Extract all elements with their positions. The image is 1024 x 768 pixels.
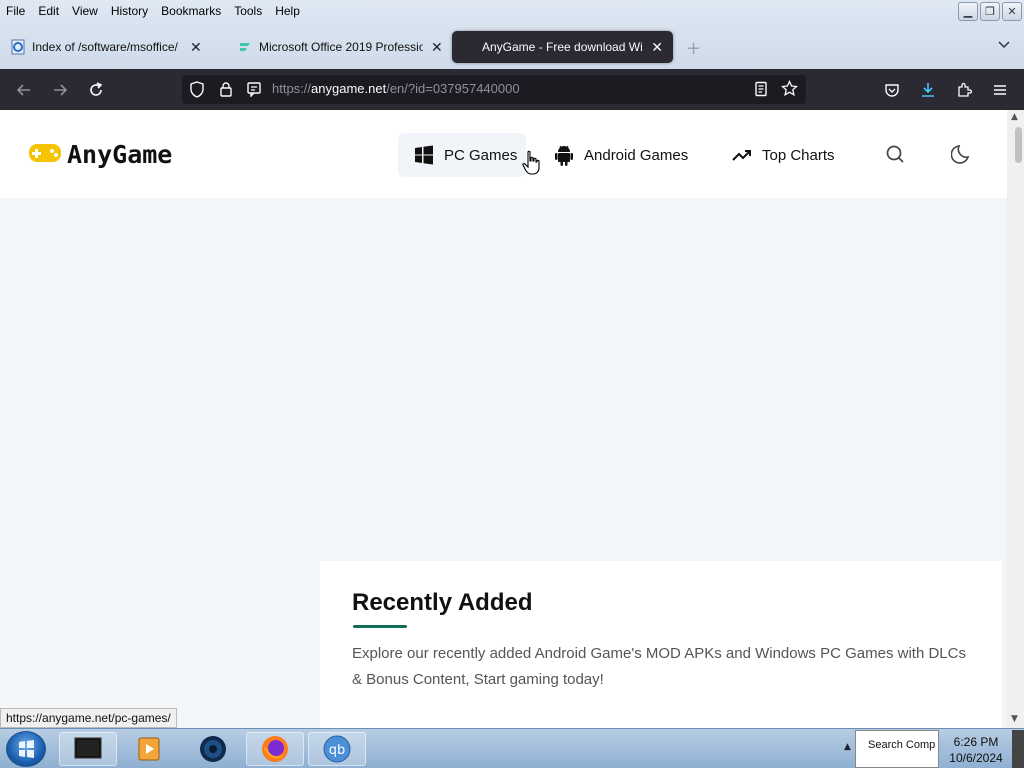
nav-pc-games[interactable]: PC Games (398, 133, 526, 177)
logo-text: AnyGame (67, 140, 173, 169)
scroll-up-icon[interactable]: ▲ (1011, 112, 1018, 122)
tab-title: AnyGame - Free download Win (482, 40, 644, 54)
clock-date: 10/6/2024 (949, 751, 1003, 765)
taskbar-terminal-icon[interactable] (59, 732, 117, 766)
new-tab-icon[interactable]: + (686, 38, 701, 59)
section-description: Explore our recently added Android Game'… (352, 645, 966, 688)
reader-view-icon[interactable] (753, 81, 769, 101)
menu-bookmarks[interactable]: Bookmarks (161, 4, 221, 18)
menu-bar: File Edit View History Bookmarks Tools H… (0, 0, 313, 22)
menu-history[interactable]: History (111, 4, 148, 18)
pocket-icon[interactable] (881, 79, 903, 101)
nav-top-charts[interactable]: Top Charts (732, 133, 835, 177)
window-controls: ▁ ❐ ✕ (958, 2, 1022, 21)
url-domain: anygame.net (311, 81, 387, 96)
close-window-button[interactable]: ✕ (1002, 2, 1022, 21)
tab-title: Microsoft Office 2019 Professio (259, 40, 423, 54)
lock-icon[interactable] (219, 81, 233, 101)
title-bar: File Edit View History Bookmarks Tools H… (0, 0, 1024, 69)
trending-up-icon (732, 147, 752, 163)
ie-page-icon (10, 39, 26, 55)
back-icon[interactable] (13, 79, 35, 101)
menu-view[interactable]: View (72, 4, 98, 18)
title-underline (353, 625, 407, 628)
vertical-scrollbar[interactable]: ▲ ▼ (1007, 110, 1024, 728)
taskbar-globe-app-icon[interactable] (184, 732, 242, 766)
system-tray: ▲ Search Comp 6:26 PM 10/6/2024 (840, 730, 1024, 768)
navigation-toolbar: https://anygame.net/en/?id=037957440000 (0, 69, 1024, 110)
hand-cursor-icon (522, 150, 542, 180)
taskbar-qbittorrent-icon[interactable]: qb (308, 732, 366, 766)
clock-time: 6:26 PM (953, 735, 999, 749)
downloads-icon[interactable] (917, 79, 939, 101)
nav-label: PC Games (444, 146, 518, 164)
restore-button[interactable]: ❐ (980, 2, 1000, 21)
close-tab-icon[interactable]: ✕ (431, 39, 443, 56)
taskbar-firefox-icon[interactable] (246, 732, 304, 766)
close-tab-icon[interactable]: ✕ (651, 39, 663, 56)
forward-icon[interactable] (49, 79, 71, 101)
tray-search-text: Search Comp (868, 739, 936, 751)
tab-strip: Index of /software/msoffice/ ✕ Microsoft… (0, 28, 1024, 66)
menu-file[interactable]: File (6, 4, 25, 18)
extensions-icon[interactable] (953, 79, 975, 101)
nav-label: Android Games (584, 146, 689, 164)
tray-search-box[interactable]: Search Comp (855, 730, 939, 768)
close-tab-icon[interactable]: ✕ (190, 39, 202, 56)
site-header: AnyGame PC Games Android Games Top Chart… (0, 110, 1007, 198)
nav-android-games[interactable]: Android Games (554, 133, 688, 177)
taskbar-clock[interactable]: 6:26 PM 10/6/2024 (940, 734, 1012, 766)
android-icon (554, 144, 574, 166)
tab-office-2019[interactable]: Microsoft Office 2019 Professio ✕ (227, 31, 453, 63)
browser-window: File Edit View History Bookmarks Tools H… (0, 0, 1024, 768)
menu-help[interactable]: Help (275, 4, 300, 18)
address-bar[interactable]: https://anygame.net/en/?id=037957440000 (182, 75, 806, 104)
menu-edit[interactable]: Edit (38, 4, 59, 18)
search-icon[interactable] (884, 143, 906, 165)
shield-icon[interactable] (189, 81, 205, 102)
site-icon (237, 39, 253, 55)
tray-overflow-icon[interactable]: ▲ (844, 742, 851, 752)
page-content: AnyGame PC Games Android Games Top Chart… (0, 110, 1007, 728)
windows-icon (414, 145, 434, 165)
url-text: https://anygame.net/en/?id=037957440000 (272, 81, 520, 96)
recently-added-section: Recently Added Explore our recently adde… (320, 561, 1002, 728)
tab-title: Index of /software/msoffice/ (32, 40, 178, 54)
site-logo[interactable]: AnyGame (27, 140, 172, 169)
gamepad-logo-icon (27, 141, 63, 169)
windows-taskbar: qb ▲ Search Comp 6:26 PM 10/6/2024 (0, 728, 1024, 768)
hamburger-menu-icon[interactable] (989, 79, 1011, 101)
dark-mode-moon-icon[interactable] (951, 143, 973, 165)
tab-msoffice-index[interactable]: Index of /software/msoffice/ ✕ (0, 31, 212, 63)
list-all-tabs-icon[interactable] (998, 38, 1010, 52)
reload-icon[interactable] (85, 79, 107, 101)
permissions-icon[interactable] (246, 81, 262, 101)
tab-anygame[interactable]: AnyGame - Free download Win ✕ (452, 31, 673, 63)
menu-tools[interactable]: Tools (234, 4, 262, 18)
taskbar-media-player-icon[interactable] (120, 732, 178, 766)
link-status-url: https://anygame.net/pc-games/ (0, 708, 177, 728)
scroll-down-icon[interactable]: ▼ (1011, 714, 1018, 724)
start-button-icon[interactable] (6, 731, 46, 767)
svg-text:qb: qb (329, 743, 346, 758)
bookmark-star-icon[interactable] (780, 79, 799, 101)
section-title: Recently Added (352, 589, 533, 616)
nav-label: Top Charts (762, 146, 835, 164)
show-desktop-button[interactable] (1012, 730, 1024, 768)
url-scheme: https:// (272, 81, 312, 96)
scroll-thumb[interactable] (1015, 127, 1022, 163)
minimize-button[interactable]: ▁ (958, 2, 978, 21)
url-path: /en/?id=037957440000 (386, 81, 520, 96)
